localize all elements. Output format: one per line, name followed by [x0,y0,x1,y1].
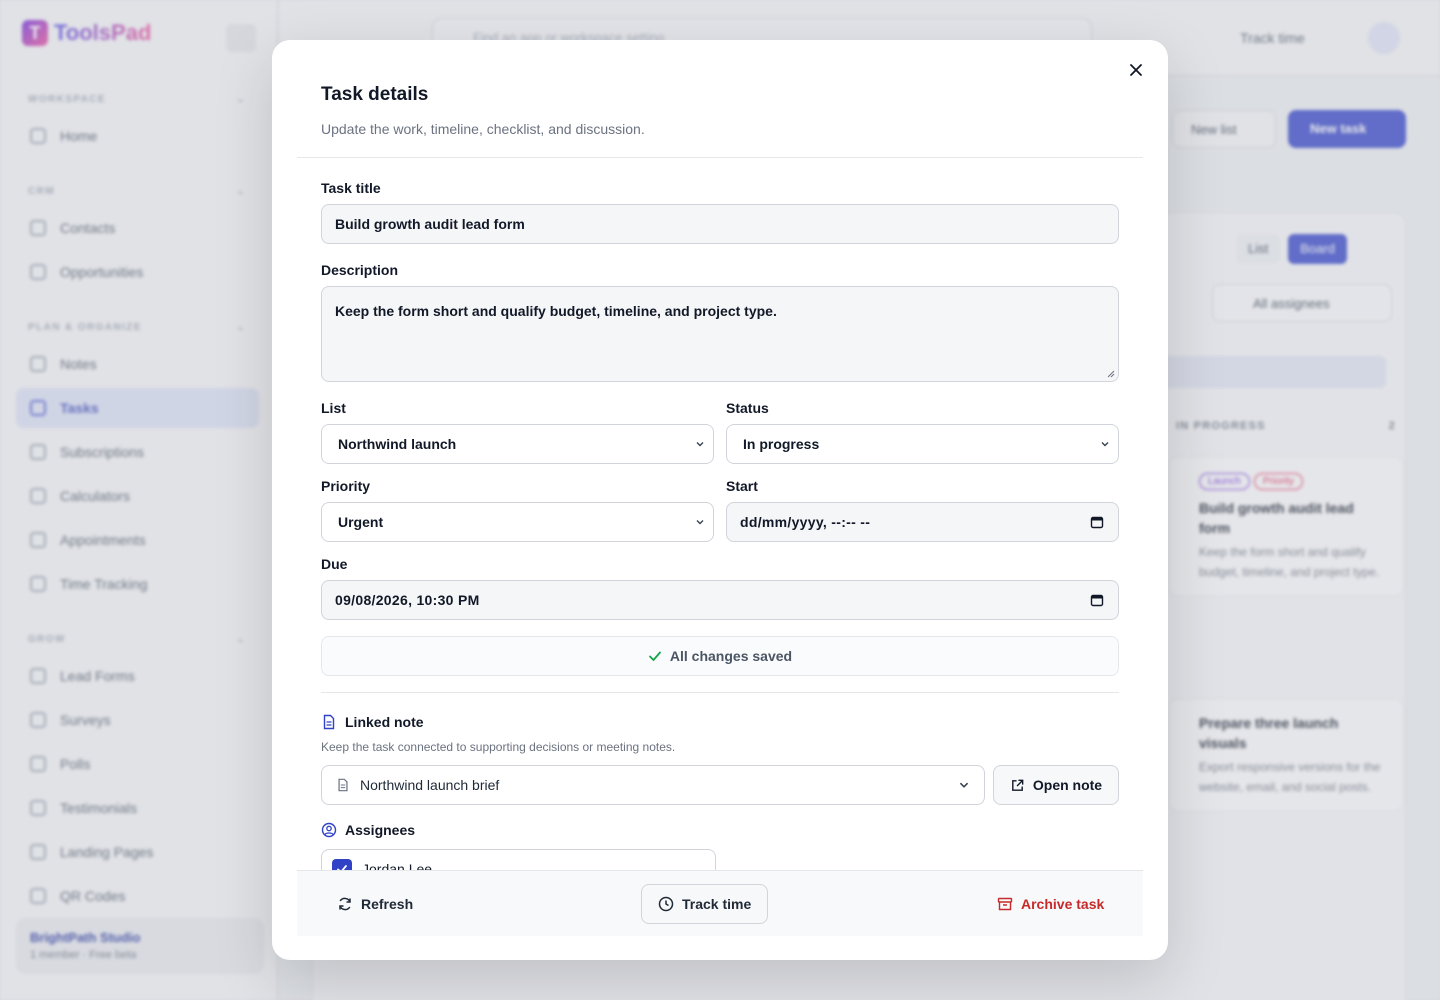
close-icon [1130,64,1142,76]
chevron-down-icon [696,442,704,447]
close-button[interactable] [1124,58,1148,82]
modal-title: Task details [321,84,429,105]
linked-note-select[interactable]: Northwind launch brief [321,765,985,805]
linked-note-heading: Linked note [321,714,424,730]
task-title-input[interactable]: Build growth audit lead form [321,204,1119,244]
divider [321,692,1119,693]
user-circle-icon [321,822,337,838]
archive-icon [997,897,1013,911]
task-details-modal: Task details Update the work, timeline, … [272,40,1168,960]
clock-icon [658,896,674,912]
start-label: Start [726,478,758,494]
linked-note-description: Keep the task connected to supporting de… [321,740,676,754]
priority-label: Priority [321,478,371,494]
status-label: Status [726,400,769,416]
refresh-icon [339,897,351,911]
save-status: All changes saved [321,636,1119,676]
divider [297,157,1143,158]
list-label: List [321,400,346,416]
archive-task-button[interactable]: Archive task [981,884,1120,924]
chevron-down-icon [959,782,969,788]
open-note-button[interactable]: Open note [993,765,1119,805]
external-link-icon [1011,779,1024,791]
assignees-heading: Assignees [321,822,415,838]
description-textarea[interactable]: Keep the form short and qualify budget, … [321,286,1119,382]
description-label: Description [321,262,399,278]
calendar-icon[interactable] [1090,593,1104,607]
description-text: Keep the form short and qualify budget, … [335,303,777,319]
task-title-label: Task title [321,180,381,196]
priority-select[interactable]: Urgent [321,502,714,542]
status-select[interactable]: In progress [726,424,1119,464]
modal-footer: Refresh Track time Archive task [297,870,1143,936]
chevron-down-icon [1101,442,1109,447]
calendar-icon[interactable] [1090,515,1104,529]
resize-handle-icon[interactable] [1107,370,1115,378]
due-label: Due [321,556,348,572]
document-icon [323,714,335,730]
list-select[interactable]: Northwind launch [321,424,714,464]
modal-subtitle: Update the work, timeline, checklist, an… [321,121,645,137]
check-icon [649,651,661,661]
track-time-button[interactable]: Track time [641,884,769,924]
refresh-button[interactable]: Refresh [321,884,429,924]
chevron-down-icon [696,520,704,525]
document-icon [338,778,348,792]
due-datetime-input[interactable]: 09/08/2026, 10:30 PM [321,580,1119,620]
start-datetime-input[interactable]: dd/mm/yyyy, --:-- -- [726,502,1119,542]
